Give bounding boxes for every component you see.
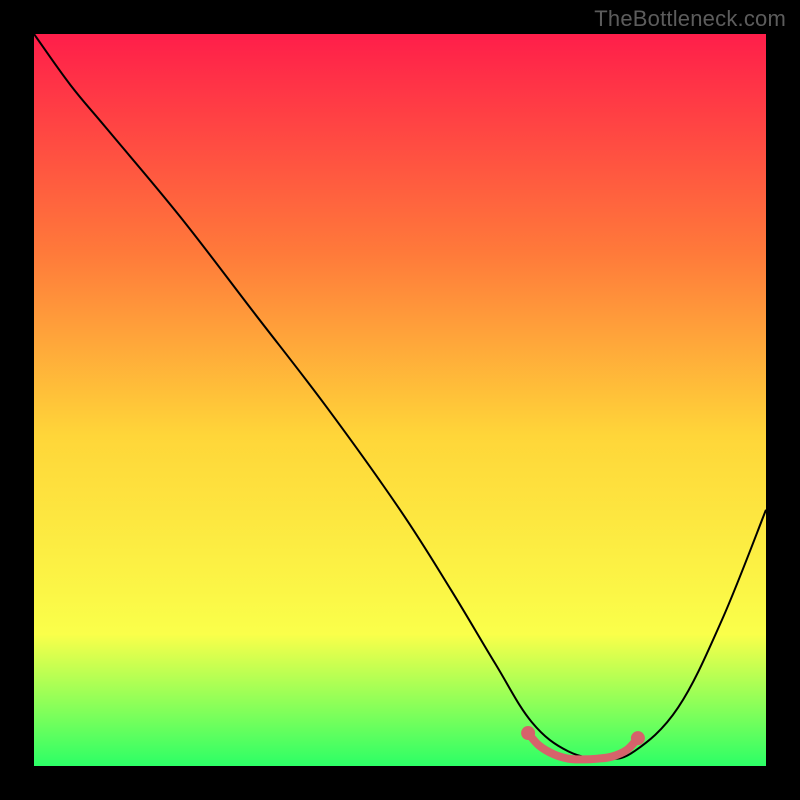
gradient-background bbox=[34, 34, 766, 766]
optimal-range-end-marker bbox=[631, 731, 645, 745]
bottleneck-chart bbox=[34, 34, 766, 766]
plot-area bbox=[34, 34, 766, 766]
optimal-range-start-marker bbox=[521, 726, 535, 740]
chart-container: TheBottleneck.com bbox=[0, 0, 800, 800]
watermark-text: TheBottleneck.com bbox=[594, 6, 786, 32]
